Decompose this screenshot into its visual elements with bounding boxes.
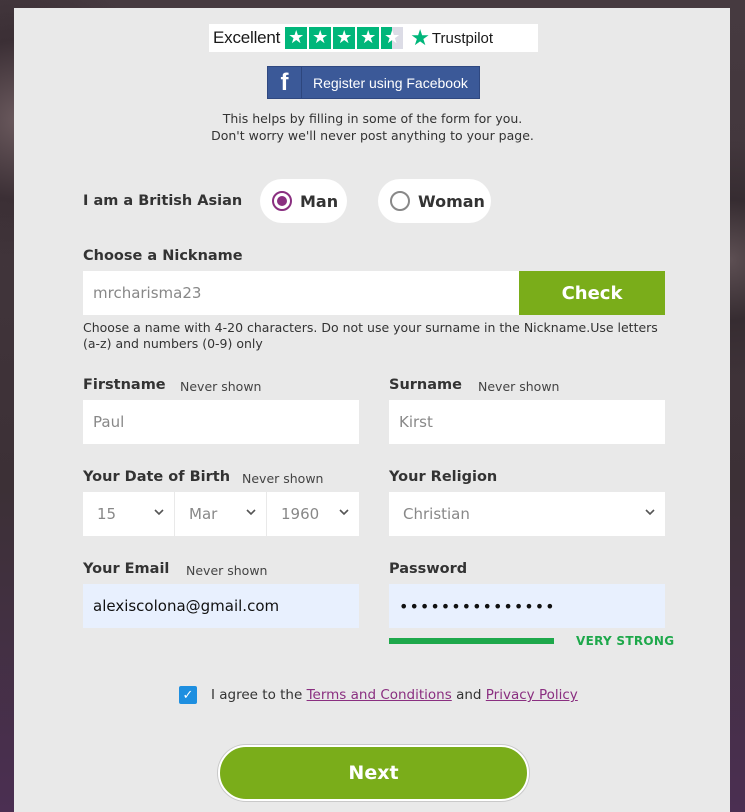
password-label: Password (389, 561, 468, 577)
firstname-input[interactable]: Paul (83, 400, 359, 444)
trustpilot-stars: ★ ★ ★ ★ ★ (285, 27, 404, 49)
trustpilot-logo: ★ Trustpilot (410, 27, 493, 49)
facebook-register-button[interactable]: f Register using Facebook (267, 66, 480, 99)
facebook-note: This helps by filling in some of the for… (0, 111, 745, 144)
nickname-input[interactable]: mrcharisma23 (83, 271, 519, 315)
facebook-note-line1: This helps by filling in some of the for… (222, 111, 523, 126)
email-label: Your Email (83, 561, 170, 577)
terms-agreement: ✓ I agree to the Terms and Conditions an… (179, 686, 578, 704)
chevron-down-icon (246, 509, 256, 516)
dob-year-value: 1960 (281, 505, 320, 523)
nickname-label: Choose a Nickname (83, 248, 243, 264)
half-star-icon: ★ (381, 27, 404, 49)
star-icon: ★ (285, 27, 308, 49)
gender-label: I am a British Asian (83, 193, 243, 209)
agree-and: and (456, 687, 482, 703)
star-icon: ★ (333, 27, 356, 49)
dob-month-value: Mar (189, 505, 218, 523)
dob-month-select[interactable]: Mar (175, 492, 266, 536)
firstname-label: Firstname (83, 377, 166, 393)
check-nickname-button[interactable]: Check (519, 271, 665, 315)
star-icon: ★ (309, 27, 332, 49)
trustpilot-rating-label: Excellent (213, 28, 281, 47)
email-input[interactable]: alexiscolona@gmail.com (83, 584, 359, 628)
agree-checkbox[interactable]: ✓ (179, 686, 197, 704)
trustpilot-badge[interactable]: Excellent ★ ★ ★ ★ ★ ★ Trustpilot (209, 24, 538, 52)
surname-label: Surname (389, 377, 462, 393)
terms-link[interactable]: Terms and Conditions (307, 687, 452, 703)
password-input[interactable]: ••••••••••••••• (389, 584, 665, 628)
facebook-register-label: Register using Facebook (313, 74, 468, 91)
dob-day-select[interactable]: 15 (83, 492, 174, 536)
dob-year-select[interactable]: 1960 (267, 492, 359, 536)
surname-input[interactable]: Kirst (389, 400, 665, 444)
dob-privacy-note: Never shown (242, 471, 324, 486)
facebook-icon: f (268, 67, 302, 98)
facebook-note-line2: Don't worry we'll never post anything to… (211, 127, 534, 143)
gender-option-woman-label: Woman (418, 191, 485, 211)
gender-option-woman[interactable]: Woman (378, 179, 491, 223)
chevron-down-icon (154, 509, 164, 516)
agree-prefix: I agree to the (211, 687, 303, 703)
gender-option-man[interactable]: Man (260, 179, 347, 223)
star-icon: ★ (357, 27, 380, 49)
religion-label: Your Religion (389, 469, 498, 485)
chevron-down-icon (645, 509, 655, 516)
religion-select[interactable]: Christian (389, 492, 665, 536)
gender-option-man-label: Man (300, 191, 339, 211)
chevron-down-icon (339, 509, 349, 516)
trustpilot-star-icon: ★ (410, 25, 430, 50)
religion-value: Christian (403, 505, 470, 523)
dob-label: Your Date of Birth (83, 469, 231, 485)
radio-checked-icon (272, 191, 292, 211)
email-privacy-note: Never shown (186, 563, 268, 578)
password-strength-text: VERY STRONG (576, 634, 675, 648)
dob-day-value: 15 (97, 505, 117, 523)
trustpilot-brand: Trustpilot (431, 29, 494, 47)
nickname-hint: Choose a name with 4-20 characters. Do n… (83, 320, 658, 351)
surname-privacy-note: Never shown (478, 379, 560, 394)
next-button[interactable]: Next (218, 745, 529, 801)
privacy-link[interactable]: Privacy Policy (486, 687, 578, 703)
radio-unchecked-icon (390, 191, 410, 211)
password-strength-bar (389, 638, 554, 644)
firstname-privacy-note: Never shown (180, 379, 262, 394)
